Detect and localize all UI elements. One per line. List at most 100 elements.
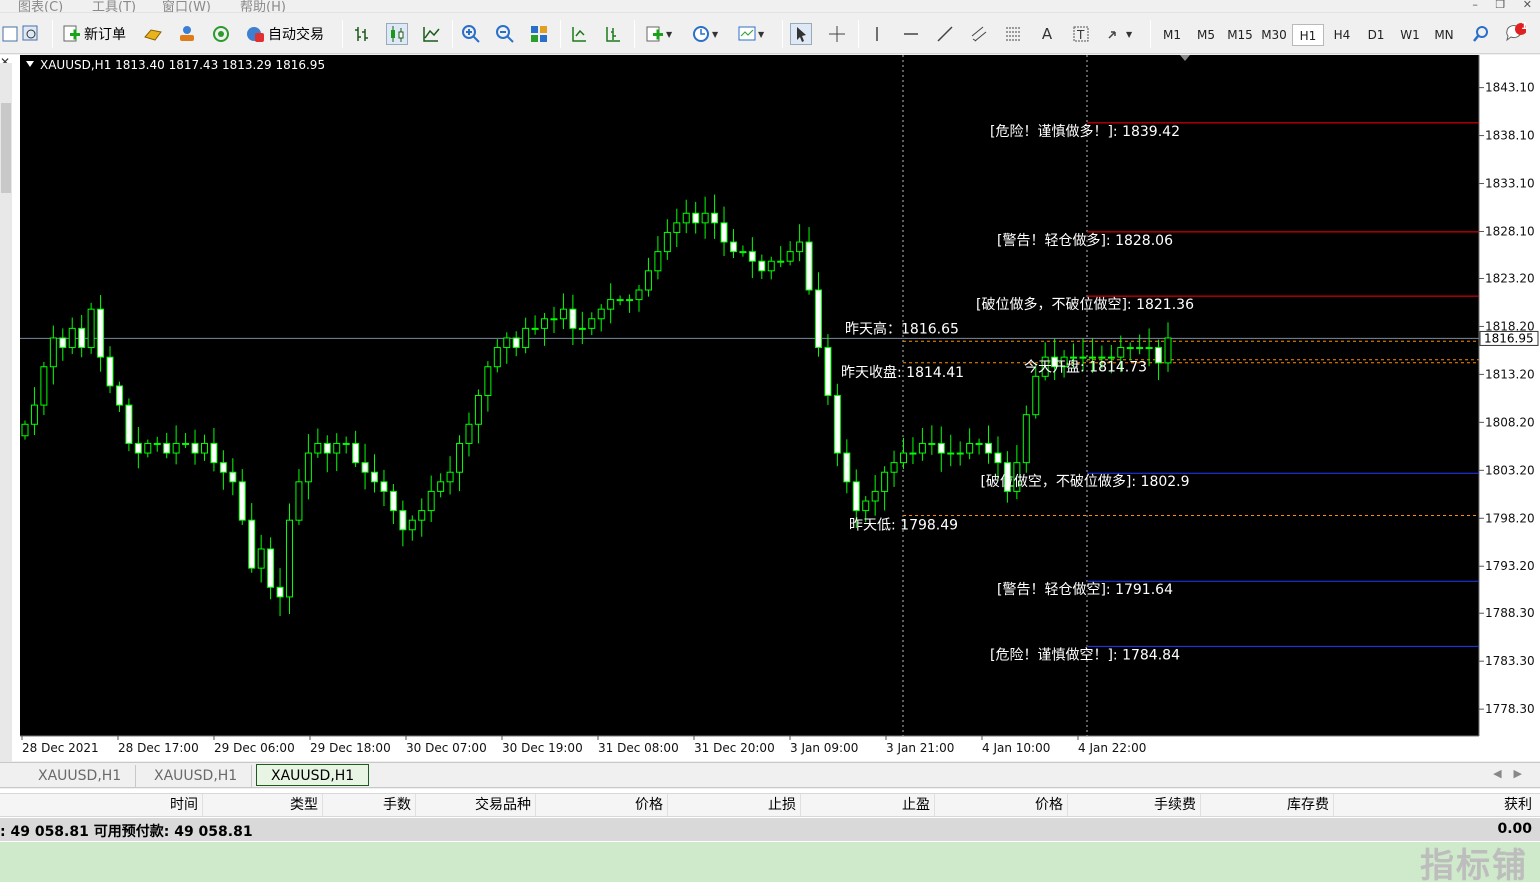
chart-tab-3[interactable]: XAUUSD,H1: [256, 764, 370, 786]
candle-chart-button[interactable]: [386, 20, 408, 48]
template-icon: [736, 23, 758, 45]
trade-table-header: 时间 类型 手数 交易品种 价格 止损 止盈 价格 手续费 库存费 获利: [0, 793, 1540, 817]
grid-icon: [528, 23, 550, 45]
candle-body: [833, 395, 841, 454]
line-chart-button[interactable]: [420, 20, 442, 48]
zoom-in-button[interactable]: [460, 20, 482, 48]
candle-body: [134, 442, 142, 454]
x-tick-label: 4 Jan 10:00: [982, 741, 1050, 755]
timeframe-m15[interactable]: M15: [1224, 24, 1256, 46]
timeframe-m1[interactable]: M1: [1156, 24, 1188, 46]
close-icon[interactable]: ✕: [1523, 0, 1532, 11]
menu-tools[interactable]: 工具(T): [92, 0, 136, 12]
channel-icon: [968, 23, 990, 45]
horizontal-line-icon: [900, 23, 922, 45]
candle-body: [191, 442, 199, 454]
search-button[interactable]: [1470, 20, 1492, 48]
col-type[interactable]: 类型: [203, 794, 323, 816]
horizontal-line-button[interactable]: [900, 20, 922, 48]
col-stop-loss[interactable]: 止损: [668, 794, 801, 816]
text-label-icon: T: [1070, 23, 1092, 45]
data-window-button[interactable]: [176, 20, 198, 48]
tile-windows-button[interactable]: [528, 20, 550, 48]
zoom-out-button[interactable]: [494, 20, 516, 48]
text-button[interactable]: A: [1036, 20, 1058, 48]
col-take-profit[interactable]: 止盈: [801, 794, 935, 816]
candle-body: [427, 490, 435, 512]
candle-body: [607, 299, 615, 310]
market-watch-button[interactable]: [142, 20, 164, 48]
cursor-button[interactable]: [790, 20, 812, 48]
candle-body: [918, 442, 926, 454]
fibonacci-button[interactable]: [1002, 20, 1024, 48]
col-time[interactable]: 时间: [0, 794, 203, 816]
x-tick-label: 31 Dec 20:00: [694, 741, 775, 755]
timeframe-d1[interactable]: D1: [1360, 24, 1392, 46]
notification-count: 1: [1521, 21, 1528, 32]
chart-shift-button[interactable]: [602, 20, 624, 48]
channel-button[interactable]: [968, 20, 990, 48]
profiles-button[interactable]: [20, 20, 42, 48]
timeframe-m30[interactable]: M30: [1258, 24, 1290, 46]
candle-body: [40, 366, 48, 406]
candle-body: [748, 251, 756, 262]
col-symbol[interactable]: 交易品种: [416, 794, 536, 816]
crosshair-button[interactable]: [826, 20, 848, 48]
templates-button[interactable]: ▼: [736, 20, 764, 48]
col-lots[interactable]: 手数: [323, 794, 416, 816]
candle-body: [937, 442, 945, 454]
status-row: [0, 842, 1540, 882]
arrows-button[interactable]: ▼: [1104, 20, 1132, 48]
timeframe-w1[interactable]: W1: [1394, 24, 1426, 46]
periods-button[interactable]: ▼: [690, 20, 718, 48]
menu-help[interactable]: 帮助(H): [240, 0, 286, 12]
timeframe-h4[interactable]: H4: [1326, 24, 1358, 46]
text-label-button[interactable]: T: [1070, 20, 1092, 48]
vertical-line-button[interactable]: [866, 20, 888, 48]
auto-scroll-button[interactable]: [568, 20, 590, 48]
candlestick-icon: [386, 23, 408, 45]
menu-chart[interactable]: 图表(C): [18, 0, 63, 12]
timeframe-mn[interactable]: MN: [1428, 24, 1460, 46]
candle-body: [59, 337, 67, 349]
y-tick-label: 1843.10: [1485, 81, 1535, 95]
col-swap[interactable]: 库存费: [1201, 794, 1334, 816]
timeframe-h1[interactable]: H1: [1292, 24, 1324, 46]
auto-trade-button[interactable]: 自动交易: [244, 20, 324, 48]
navigator-button[interactable]: [210, 20, 232, 48]
col-current-price[interactable]: 价格: [935, 794, 1068, 816]
notifications-button[interactable]: 1: [1504, 20, 1528, 48]
minimize-icon[interactable]: –: [1472, 0, 1478, 11]
candle-body: [97, 308, 105, 358]
bar-chart-button[interactable]: [352, 20, 374, 48]
total-profit: 0.00: [1497, 821, 1532, 837]
indicators-button[interactable]: ▼: [644, 20, 672, 48]
candle-body: [399, 510, 407, 531]
candle-body: [1155, 347, 1163, 364]
x-tick-label: 30 Dec 07:00: [406, 741, 487, 755]
chart-tab-2[interactable]: XAUUSD,H1: [140, 765, 253, 787]
fibonacci-icon: [1002, 23, 1024, 45]
search-icon: [1470, 23, 1492, 45]
menu-window[interactable]: 窗口(W): [162, 0, 211, 12]
clock-icon: [690, 23, 712, 45]
new-order-button[interactable]: 新订单: [60, 20, 126, 48]
crosshair-icon: [826, 23, 848, 45]
candle-body: [408, 519, 416, 531]
new-chart-button[interactable]: [0, 20, 22, 48]
col-commission[interactable]: 手续费: [1068, 794, 1201, 816]
chart-tab-1[interactable]: XAUUSD,H1: [24, 765, 137, 787]
tab-scroll-arrows[interactable]: ◀▶: [1493, 767, 1534, 780]
price-chart[interactable]: [危险！谨慎做多！]: 1839.42 [警告！轻仓做多]: 1828.06 [破位…: [0, 55, 1540, 761]
y-tick-label: 1823.20: [1485, 271, 1535, 285]
chart-plot-area[interactable]: [20, 55, 1479, 736]
col-profit[interactable]: 获利: [1334, 794, 1536, 816]
y-tick-label: 1793.20: [1485, 559, 1535, 573]
restore-icon[interactable]: ❐: [1495, 0, 1505, 11]
candle-body: [1136, 347, 1144, 350]
trendline-button[interactable]: [934, 20, 956, 48]
candle-body: [1117, 347, 1125, 358]
timeframe-m5[interactable]: M5: [1190, 24, 1222, 46]
candle-body: [512, 337, 520, 349]
col-price[interactable]: 价格: [536, 794, 668, 816]
